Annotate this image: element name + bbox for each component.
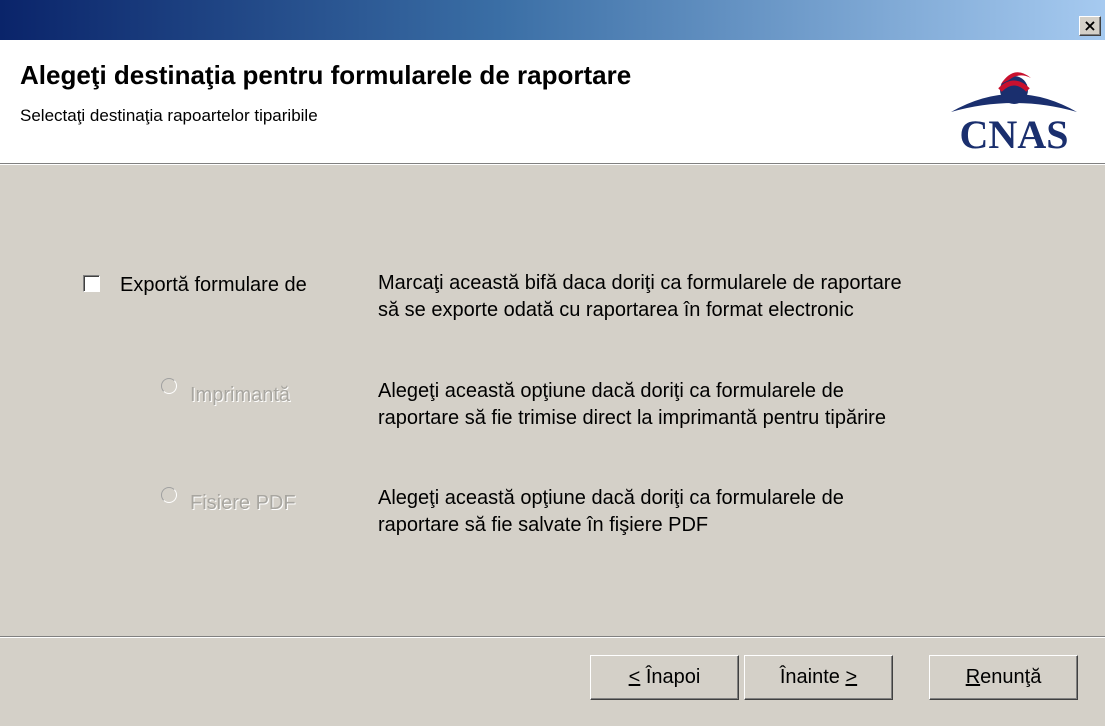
title-bar: × bbox=[0, 0, 1105, 40]
close-icon: × bbox=[1083, 16, 1097, 35]
header-divider bbox=[0, 164, 1105, 165]
export-description-line1: Marcaţi această bifă daca doriţi ca form… bbox=[378, 272, 902, 294]
page-subtitle: Selectaţi destinaţia rapoartelor tiparib… bbox=[20, 106, 318, 125]
next-button-mnemonic: > bbox=[845, 666, 858, 688]
next-button[interactable]: Înainte > bbox=[744, 655, 893, 700]
back-button-label: Înapoi bbox=[640, 666, 701, 688]
page-title: Alegeţi destinaţia pentru formularele de… bbox=[20, 60, 632, 90]
printer-radio[interactable] bbox=[161, 378, 177, 394]
pdf-radio[interactable] bbox=[161, 487, 177, 503]
pdf-description-line1: Alegeţi această opţiune dacă doriţi ca f… bbox=[378, 487, 844, 509]
printer-label[interactable]: Imprimantă bbox=[190, 382, 290, 408]
pdf-label[interactable]: Fisiere PDF bbox=[190, 490, 296, 516]
cancel-button-label: enunţă bbox=[980, 666, 1042, 688]
next-button-label: Înainte bbox=[779, 666, 846, 688]
export-description-line2: să se exporte odată cu raportarea în for… bbox=[378, 299, 854, 321]
logo-text: CNAS bbox=[960, 112, 1069, 154]
printer-description-line2: raportare să fie trimise direct la impri… bbox=[378, 407, 886, 429]
wizard-header: Alegeţi destinaţia pentru formularele de… bbox=[0, 40, 1105, 164]
footer-divider-highlight bbox=[0, 637, 1105, 638]
cnas-logo: CNAS bbox=[951, 72, 1077, 154]
back-button-mnemonic: < bbox=[628, 666, 641, 688]
export-checkbox[interactable] bbox=[83, 275, 100, 292]
export-label[interactable]: Exportă formulare de bbox=[120, 272, 307, 298]
printer-description-line1: Alegeţi această opţiune dacă doriţi ca f… bbox=[378, 380, 844, 402]
pdf-description-line2: raportare să fie salvate în fişiere PDF bbox=[378, 514, 709, 536]
close-button[interactable]: × bbox=[1079, 16, 1101, 36]
cancel-button[interactable]: Renunţă bbox=[929, 655, 1078, 700]
back-button[interactable]: < Înapoi bbox=[590, 655, 739, 700]
cancel-button-mnemonic: R bbox=[965, 666, 981, 688]
